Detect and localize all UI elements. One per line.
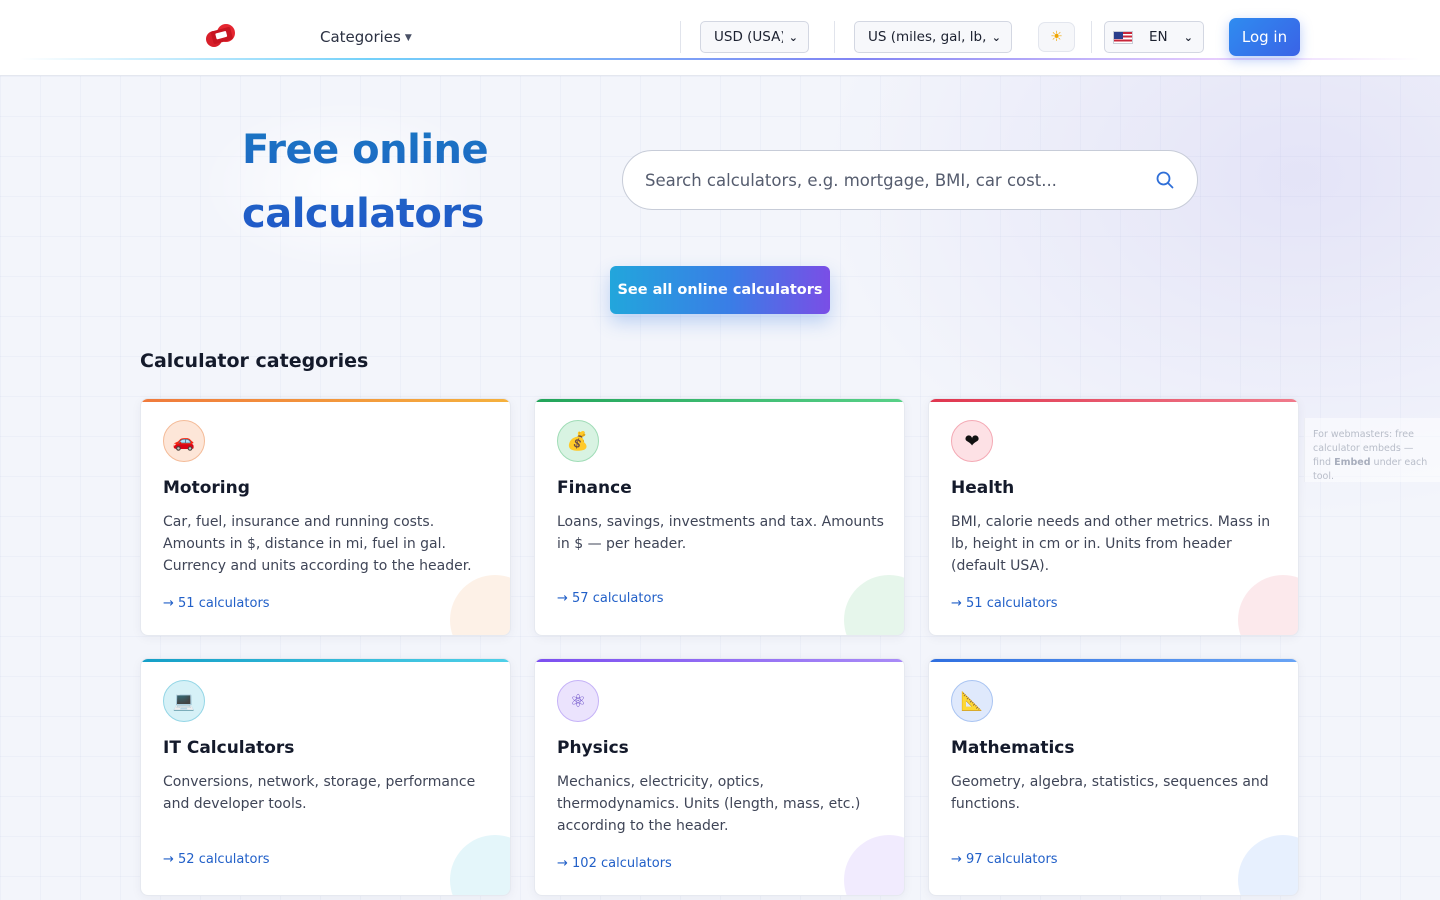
units-select[interactable]: US (miles, gal, lb, °F ⌄ [854,21,1012,53]
theme-toggle-button[interactable]: ☀ [1038,22,1075,52]
card-accent-bar [929,659,1298,662]
card-corner-decoration [844,575,904,635]
language-select[interactable]: EN ⌄ [1104,21,1204,53]
categories-menu[interactable]: Categories ▼ [320,27,412,47]
card-accent-bar [141,399,510,402]
webmaster-note-suffix: under each tool. [1313,457,1428,482]
card-accent-bar [141,659,510,662]
card-description: Mechanics, electricity, optics, thermody… [557,774,861,834]
page-title: Free online calculators [242,118,582,246]
category-card-finance[interactable]: 💰 Finance Loans, savings, investments an… [534,398,905,636]
card-corner-decoration [1238,835,1298,895]
language-select-value: EN [1149,29,1168,45]
card-corner-decoration [844,835,904,895]
sun-icon: ☀ [1050,29,1063,45]
top-header: Categories ▼ USD (USA) ⌄ US (miles, gal,… [0,0,1440,76]
card-description: Geometry, algebra, statistics, sequences… [951,774,1269,812]
section-title: Calculator categories [140,350,369,372]
card-title: Motoring [163,478,250,498]
card-count-link[interactable]: → 51 calculators [951,596,1058,611]
card-corner-decoration [1238,575,1298,635]
card-corner-decoration [450,835,510,895]
units-select-value: US (miles, gal, lb, °F [868,29,986,45]
see-all-calculators-button[interactable]: See all online calculators [610,266,830,314]
categories-label: Categories [320,28,401,46]
card-title: IT Calculators [163,738,295,758]
heart-icon: ❤ [951,420,993,462]
card-title: Health [951,478,1015,498]
card-count-link[interactable]: → 51 calculators [163,596,270,611]
category-card-health[interactable]: ❤ Health BMI, calorie needs and other me… [928,398,1299,636]
header-divider [680,21,681,53]
currency-select-value: USD (USA) [714,29,783,45]
card-description: Conversions, network, storage, performan… [163,774,476,812]
card-count-link[interactable]: → 57 calculators [557,591,664,606]
card-count-link[interactable]: → 102 calculators [557,856,672,871]
currency-select[interactable]: USD (USA) ⌄ [700,21,809,53]
card-accent-bar [535,659,904,662]
chevron-down-icon: ⌄ [1183,30,1193,44]
card-count-link[interactable]: → 97 calculators [951,852,1058,867]
chevron-down-icon: ⌄ [788,30,798,44]
card-title: Finance [557,478,632,498]
chevron-down-icon: ⌄ [991,30,1001,44]
logo-icon[interactable] [204,22,238,50]
card-title: Mathematics [951,738,1075,758]
car-icon: 🚗 [163,420,205,462]
card-description: Loans, savings, investments and tax. Amo… [557,514,884,552]
laptop-icon: 💻 [163,680,205,722]
search-input[interactable] [645,170,1155,190]
atom-icon: ⚛ [557,680,599,722]
card-count-link[interactable]: → 52 calculators [163,852,270,867]
card-description: BMI, calorie needs and other metrics. Ma… [951,514,1271,574]
category-card-motoring[interactable]: 🚗 Motoring Car, fuel, insurance and runn… [140,398,511,636]
category-card-physics[interactable]: ⚛ Physics Mechanics, electricity, optics… [534,658,905,896]
card-corner-decoration [450,575,510,635]
search-bar[interactable] [622,150,1198,210]
webmaster-note-embed[interactable]: Embed [1334,457,1370,468]
header-accent-line [20,58,1420,60]
card-title: Physics [557,738,629,758]
caret-down-icon: ▼ [404,33,412,43]
card-description: Car, fuel, insurance and running costs. … [163,514,472,574]
category-card-it[interactable]: 💻 IT Calculators Conversions, network, s… [140,658,511,896]
card-accent-bar [929,399,1298,402]
login-button[interactable]: Log in [1229,18,1300,56]
webmaster-note: For webmasters: free calculator embeds —… [1304,418,1440,482]
header-divider [1091,21,1092,53]
us-flag-icon [1113,30,1133,44]
money-bag-icon: 💰 [557,420,599,462]
category-card-mathematics[interactable]: 📐 Mathematics Geometry, algebra, statist… [928,658,1299,896]
triangular-ruler-icon: 📐 [951,680,993,722]
card-accent-bar [535,399,904,402]
search-icon[interactable] [1155,170,1175,190]
header-divider [834,21,835,53]
